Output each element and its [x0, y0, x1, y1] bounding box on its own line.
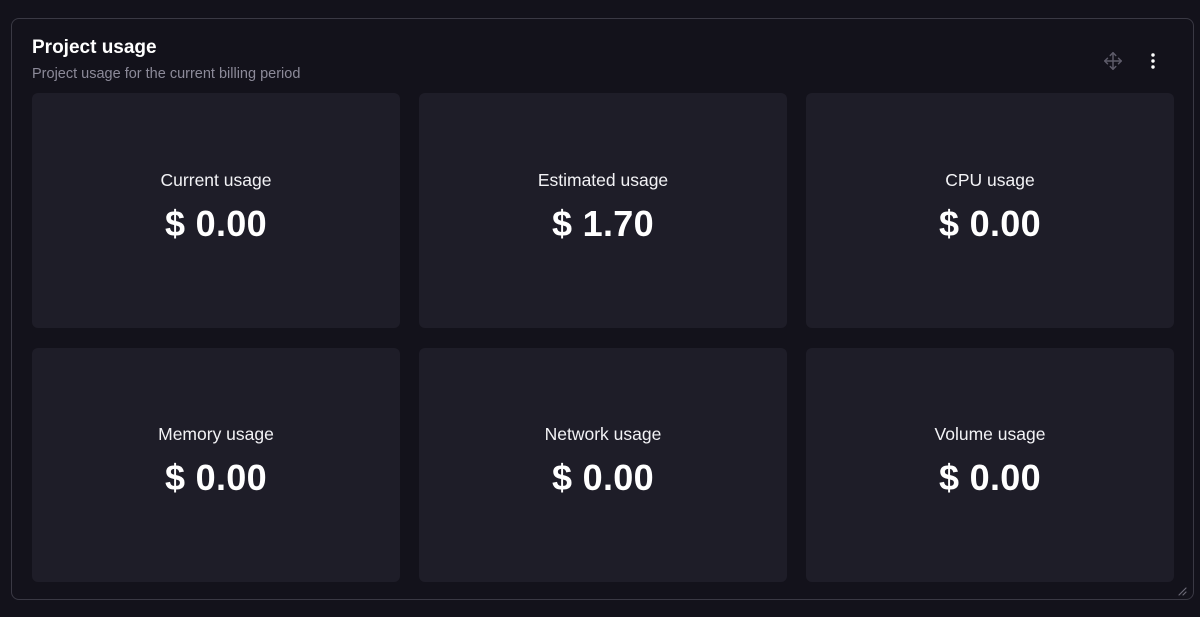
- estimated-usage-card: Estimated usage $ 1.70: [419, 93, 787, 328]
- move-arrows-icon[interactable]: [1102, 50, 1124, 72]
- card-value: $ 0.00: [165, 457, 267, 499]
- card-value: $ 0.00: [165, 202, 267, 244]
- card-label: Estimated usage: [537, 169, 669, 190]
- usage-cards-grid: Current usage $ 0.00 Estimated usage $ 1…: [32, 93, 1174, 582]
- kebab-menu-icon[interactable]: [1142, 50, 1164, 72]
- card-value: $ 0.00: [552, 457, 654, 499]
- cpu-usage-card: CPU usage $ 0.00: [806, 93, 1174, 328]
- volume-usage-card: Volume usage $ 0.00: [806, 347, 1174, 582]
- card-value: $ 1.70: [552, 202, 654, 244]
- network-usage-card: Network usage $ 0.00: [419, 347, 787, 582]
- project-usage-widget: Project usage Project usage for the curr…: [11, 18, 1194, 600]
- card-label: Network usage: [544, 424, 662, 445]
- card-label: Current usage: [160, 169, 272, 190]
- widget-subtitle: Project usage for the current billing pe…: [32, 66, 301, 82]
- memory-usage-card: Memory usage $ 0.00: [32, 347, 400, 582]
- card-label: CPU usage: [945, 169, 1035, 190]
- current-usage-card: Current usage $ 0.00: [32, 93, 400, 328]
- resize-grip-icon[interactable]: [1177, 583, 1187, 596]
- card-label: Volume usage: [934, 424, 1046, 445]
- card-label: Memory usage: [158, 424, 274, 445]
- card-value: $ 0.00: [939, 457, 1041, 499]
- widget-title: Project usage: [32, 37, 157, 58]
- card-value: $ 0.00: [939, 202, 1041, 244]
